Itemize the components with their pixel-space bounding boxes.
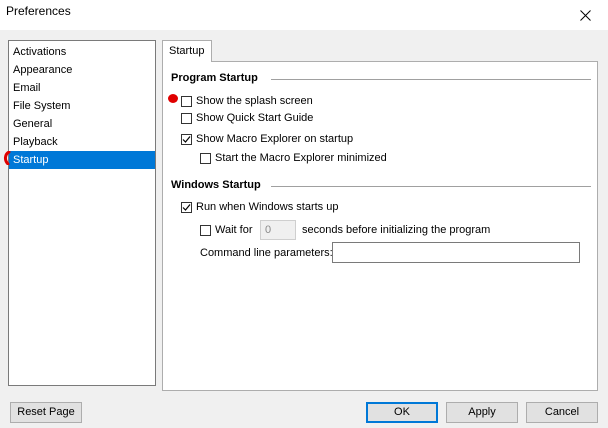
ok-button[interactable]: OK	[366, 402, 438, 423]
tab-startup[interactable]: Startup	[162, 40, 212, 62]
cancel-button[interactable]: Cancel	[526, 402, 598, 423]
run-on-start-checkbox[interactable]	[181, 201, 192, 213]
command-line-label: Command line parameters:	[200, 247, 333, 259]
program-startup-divider	[271, 79, 591, 80]
annotation-mark-startup	[4, 151, 11, 165]
command-line-input[interactable]	[332, 242, 580, 263]
wait-for-row[interactable]: Wait for	[200, 222, 253, 238]
show-macro-explorer-checkbox[interactable]	[181, 133, 192, 145]
show-quick-start-row[interactable]: Show Quick Start Guide	[181, 110, 313, 126]
nav-item-playback[interactable]: Playback	[9, 133, 155, 151]
nav-item-activations[interactable]: Activations	[9, 43, 155, 61]
start-minimized-label: Start the Macro Explorer minimized	[215, 152, 387, 164]
reset-page-button[interactable]: Reset Page	[10, 402, 82, 423]
program-startup-heading: Program Startup	[171, 72, 258, 84]
wait-seconds-suffix: seconds before initializing the program	[302, 224, 491, 236]
nav-item-appearance[interactable]: Appearance	[9, 61, 155, 79]
startup-panel: Program Startup Show the splash screen S…	[162, 61, 598, 391]
annotation-mark-splash	[168, 94, 178, 103]
start-minimized-row[interactable]: Start the Macro Explorer minimized	[200, 150, 387, 166]
run-on-start-label: Run when Windows starts up	[196, 201, 339, 213]
nav-item-startup[interactable]: Startup	[9, 151, 155, 169]
windows-startup-divider	[271, 186, 591, 187]
wait-for-checkbox[interactable]	[200, 224, 211, 236]
checkmark-icon	[182, 135, 191, 143]
wait-for-label: Wait for	[215, 224, 253, 236]
show-splash-label: Show the splash screen	[196, 95, 313, 107]
run-on-start-row[interactable]: Run when Windows starts up	[181, 199, 338, 215]
nav-item-file-system[interactable]: File System	[9, 97, 155, 115]
nav-item-email[interactable]: Email	[9, 79, 155, 97]
show-macro-explorer-row[interactable]: Show Macro Explorer on startup	[181, 131, 353, 147]
title-bar: Preferences	[0, 0, 608, 30]
start-minimized-checkbox[interactable]	[200, 152, 211, 164]
show-splash-row[interactable]: Show the splash screen	[181, 93, 313, 109]
close-button[interactable]	[562, 0, 608, 30]
nav-item-general[interactable]: General	[9, 115, 155, 133]
window-title: Preferences	[6, 4, 71, 18]
category-list[interactable]: Activations Appearance Email File System…	[8, 40, 156, 386]
checkmark-icon	[182, 203, 191, 211]
close-icon	[579, 9, 591, 21]
show-splash-checkbox[interactable]	[181, 95, 192, 107]
show-quick-start-checkbox[interactable]	[181, 112, 192, 124]
show-quick-start-label: Show Quick Start Guide	[196, 112, 314, 124]
wait-seconds-input[interactable]: 0	[260, 220, 296, 240]
windows-startup-heading: Windows Startup	[171, 179, 261, 191]
show-macro-explorer-label: Show Macro Explorer on startup	[196, 133, 354, 145]
apply-button[interactable]: Apply	[446, 402, 518, 423]
